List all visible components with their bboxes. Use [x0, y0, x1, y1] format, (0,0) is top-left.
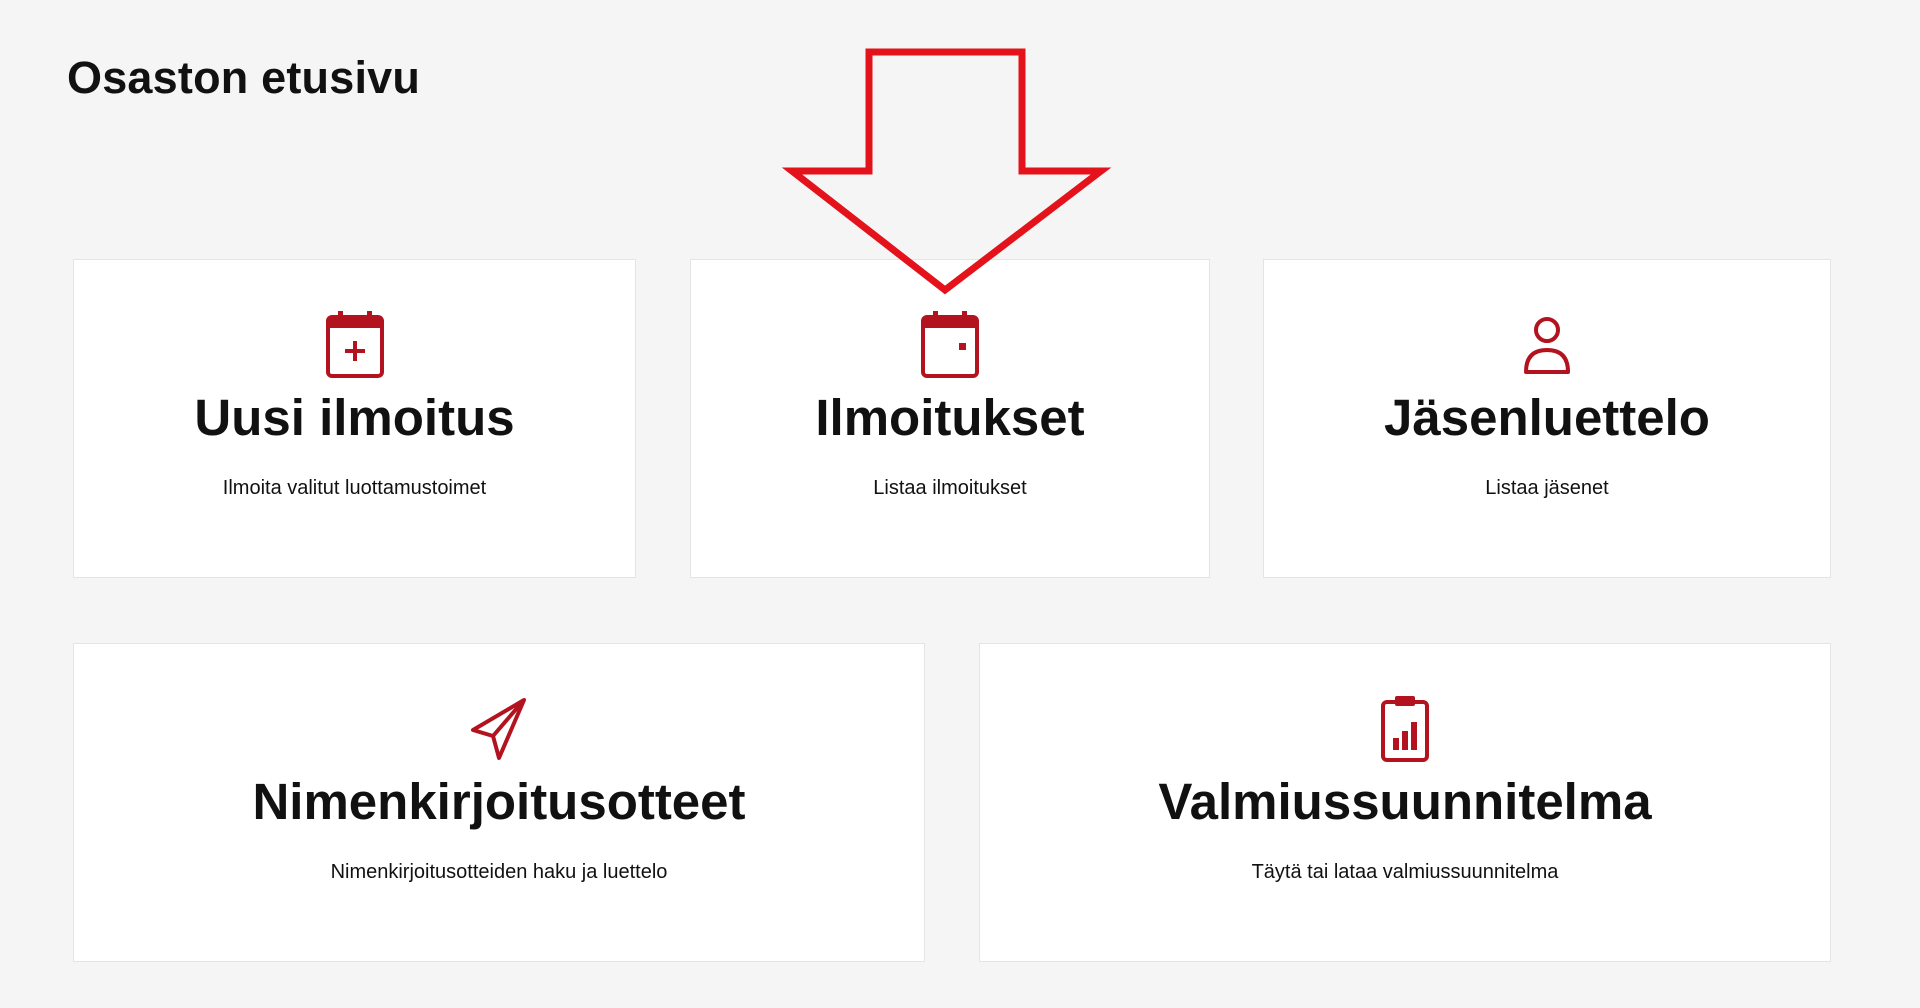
card-title: Ilmoitukset [815, 389, 1085, 446]
card-description: Täytä tai lataa valmiussuunnitelma [1251, 861, 1559, 883]
card-title: Nimenkirjoitusotteet [252, 773, 746, 830]
calendar-icon [918, 310, 982, 380]
card-title: Jäsenluettelo [1384, 389, 1710, 446]
card-valmiussuunnitelma[interactable]: Valmiussuunnitelma Täytä tai lataa valmi… [979, 643, 1831, 962]
card-nimenkirjoitusotteet[interactable]: Nimenkirjoitusotteet Nimenkirjoitusottei… [73, 643, 925, 962]
card-ilmoitukset[interactable]: Ilmoitukset Listaa ilmoitukset [690, 259, 1210, 578]
card-description: Listaa jäsenet [1485, 477, 1609, 499]
card-uusi-ilmoitus[interactable]: Uusi ilmoitus Ilmoita valitut luottamust… [73, 259, 636, 578]
paper-plane-icon [467, 694, 531, 764]
card-jasenluettelo[interactable]: Jäsenluettelo Listaa jäsenet [1263, 259, 1831, 578]
clipboard-chart-icon [1373, 694, 1437, 764]
card-description: Ilmoita valitut luottamustoimet [222, 477, 487, 499]
card-title: Valmiussuunnitelma [1158, 773, 1652, 830]
card-description: Nimenkirjoitusotteiden haku ja luettelo [330, 861, 668, 883]
page-title: Osaston etusivu [67, 52, 421, 103]
calendar-plus-icon [323, 310, 387, 380]
user-icon [1515, 310, 1579, 380]
card-description: Listaa ilmoitukset [873, 477, 1027, 499]
card-title: Uusi ilmoitus [194, 389, 515, 446]
